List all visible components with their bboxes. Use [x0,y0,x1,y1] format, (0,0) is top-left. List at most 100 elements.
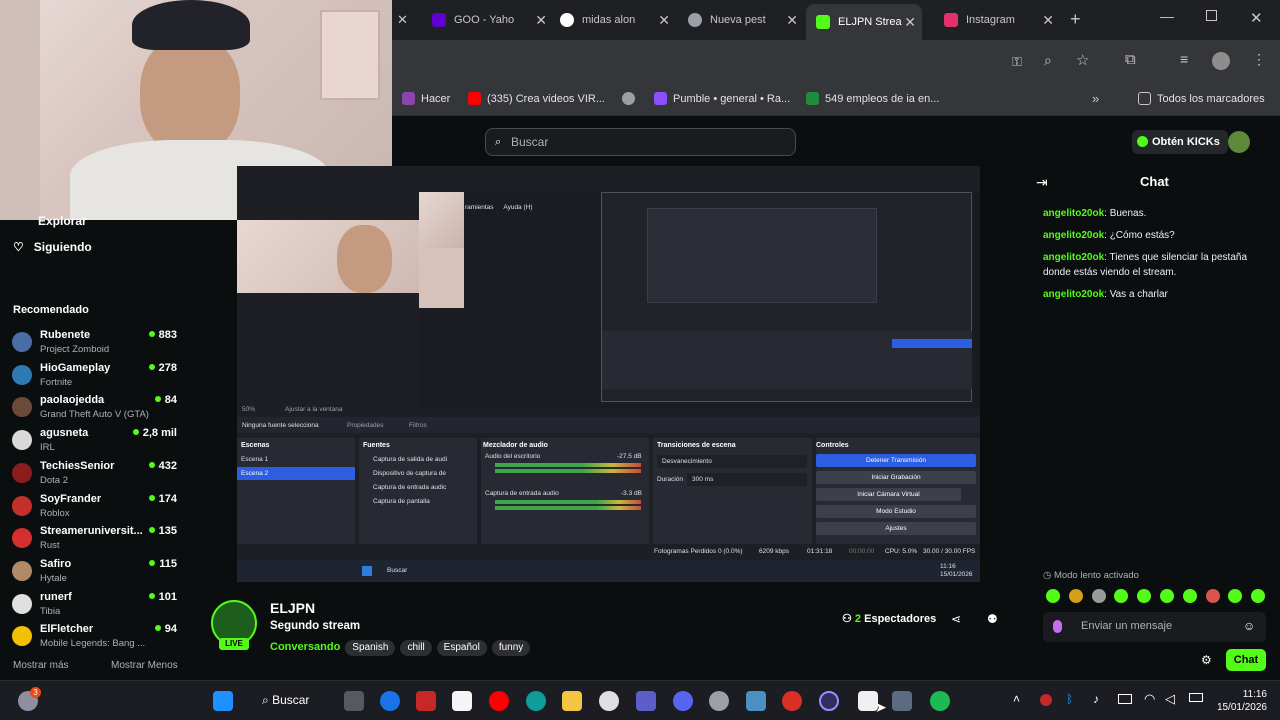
obs-duration-input[interactable]: 300 ms [687,473,807,486]
bookmark-item[interactable]: Pumble • general • Ra... [654,92,790,105]
obs-source-item[interactable]: Dispositivo de captura de [373,470,446,477]
chatgpt-icon[interactable] [599,691,619,711]
minimize-icon[interactable]: — [1160,8,1174,24]
close-icon[interactable]: ✕ [658,12,670,29]
obs-source-item[interactable]: Captura de entrada audic [373,484,446,491]
stream-tag[interactable]: Spanish [345,640,396,656]
new-tab-icon[interactable]: + [1070,9,1081,30]
get-kicks-button[interactable]: Obtén KICKs [1132,130,1228,154]
channel-name[interactable]: ELJPN [270,600,315,616]
collapse-chat-icon[interactable]: ⇥ [1036,174,1048,191]
close-icon[interactable]: ✕ [1042,12,1054,29]
tab-instagram[interactable]: Instagram ✕ [944,8,1054,32]
emote-icon[interactable] [1205,589,1220,603]
restore-icon[interactable] [1206,10,1217,21]
obs-studio-mode-button[interactable]: Modo Estudio [816,505,976,518]
obs-zoom[interactable]: 50% [242,406,255,413]
media-icon[interactable]: ≡ [1180,51,1188,67]
obs-menu-tools[interactable]: ramientas [465,204,494,211]
show-less-link[interactable]: Mostrar Menos [111,660,178,671]
sidebar-channel[interactable]: Rubenete Project Zomboid 883 [12,326,180,358]
obs-transition-select[interactable]: Desvanecimiento [657,455,807,468]
emote-icon[interactable] [1182,589,1197,603]
photos-icon[interactable] [746,691,766,711]
chat-send-button[interactable]: Chat [1226,649,1266,671]
menu-dots-icon[interactable]: ⋮ [1252,51,1266,68]
clock[interactable]: 11:16 15/01/2026 [1211,688,1267,714]
chevron-up-icon[interactable]: ˄ [1013,692,1020,706]
youtube-icon[interactable] [489,691,509,711]
all-bookmarks[interactable]: Todos los marcadores [1138,92,1265,105]
battery-icon[interactable] [1189,693,1203,702]
zoom-icon[interactable]: ⌕ [1044,52,1052,69]
stream-player[interactable]: ramientas Ayuda (H) 50% Ajustar a la ven… [237,166,980,582]
follow-user-icon[interactable]: ⚉ [987,612,998,626]
sidebar-channel[interactable]: agusneta IRL 2,8 mil [12,424,180,456]
tab-kick[interactable]: ELJPN Strea ✕ [806,4,922,40]
spotify-icon[interactable] [930,691,950,711]
chat-username[interactable]: angelito20ok [1043,230,1104,241]
stream-category[interactable]: Conversando [270,641,340,653]
sidebar-item-following[interactable]: ♡ Siguiendo [13,240,92,254]
show-more-link[interactable]: Mostrar más [13,660,69,671]
volume-icon[interactable]: ◁ [1165,691,1175,707]
obs-virtual-cam-button[interactable]: Iniciar Cámara Virtual [816,488,961,501]
search-input[interactable]: ⌕ Buscar [485,128,796,156]
app-icon[interactable] [782,691,802,711]
start-icon[interactable] [213,691,233,711]
profile-avatar[interactable] [1212,52,1230,70]
stream-tag[interactable]: Español [436,640,487,656]
stream-tag[interactable]: chill [400,640,432,656]
wifi-icon[interactable]: ◠ [1144,691,1155,707]
discord-icon[interactable] [673,691,693,711]
tray-icon[interactable] [1040,694,1052,706]
emote-icon[interactable] [1068,589,1083,603]
obs-stop-stream-button[interactable]: Detener Transmisión [816,454,976,467]
chrome-icon[interactable] [380,691,400,711]
close-window-icon[interactable]: ✕ [1250,9,1263,27]
close-icon[interactable]: ✕ [397,12,408,28]
sidebar-channel[interactable]: Safiro Hytale 115 [12,555,180,587]
chevron-right-icon[interactable]: » [1092,91,1099,106]
chat-username[interactable]: angelito20ok [1043,289,1104,300]
bookmark-star-icon[interactable]: ☆ [1076,51,1089,69]
edge-icon[interactable] [526,691,546,711]
emote-icon[interactable] [1160,589,1174,603]
share-icon[interactable]: ⋖ [951,612,961,626]
task-view-icon[interactable] [344,691,364,711]
close-icon[interactable]: ✕ [904,14,916,31]
bookmark-item[interactable]: 549 empleos de ia en... [806,92,939,105]
close-icon[interactable]: ✕ [786,12,798,29]
settings-gear-icon[interactable]: ⚙ [1201,653,1212,667]
bookmark-item[interactable]: Hacer [402,92,450,105]
microphone-icon[interactable]: ♪ [1093,692,1099,706]
taskbar-search[interactable]: ⌕ Buscar [262,693,309,708]
obs-source-item[interactable]: Captura de pantalla [373,498,430,505]
sidebar-channel[interactable]: ElFletcher Mobile Legends: Bang ... 94 [12,620,180,652]
sidebar-channel[interactable]: paolaojedda Grand Theft Auto V (GTA) 84 [12,391,180,423]
obs-source-item[interactable]: Captura de salida de audi [373,456,447,463]
obs-fit[interactable]: Ajustar a la ventana [285,406,342,413]
emote-icon[interactable] [1091,589,1106,603]
obs-settings-button[interactable]: Ajustes [816,522,976,535]
emote-icon[interactable] [1251,589,1266,603]
channel-avatar[interactable]: LIVE [211,600,257,650]
obs-scene-item[interactable]: Escena 1 [241,456,268,463]
display-icon[interactable] [1118,694,1132,704]
emote-icon[interactable] [1114,589,1129,603]
user-avatar[interactable] [1228,131,1250,153]
settings-icon[interactable] [709,691,729,711]
calculator-icon[interactable] [892,691,912,711]
chat-username[interactable]: angelito20ok [1043,252,1104,263]
emoji-icon[interactable]: ☺ [1243,619,1255,633]
microphone-icon[interactable] [1053,620,1062,633]
chat-input[interactable]: Enviar un mensaje ☺ [1043,612,1266,642]
sidebar-channel[interactable]: HioGameplay Fortnite 278 [12,359,180,391]
chat-username[interactable]: angelito20ok [1043,208,1104,219]
sidebar-channel[interactable]: SoyFrander Roblox 174 [12,490,180,522]
antivirus-icon[interactable] [416,691,436,711]
extensions-icon[interactable]: ⧉ [1125,51,1136,68]
emote-icon[interactable] [1228,589,1243,603]
sidebar-item-explore[interactable]: Explorar [13,214,87,228]
tab-google[interactable]: midas alon ✕ [560,8,670,32]
